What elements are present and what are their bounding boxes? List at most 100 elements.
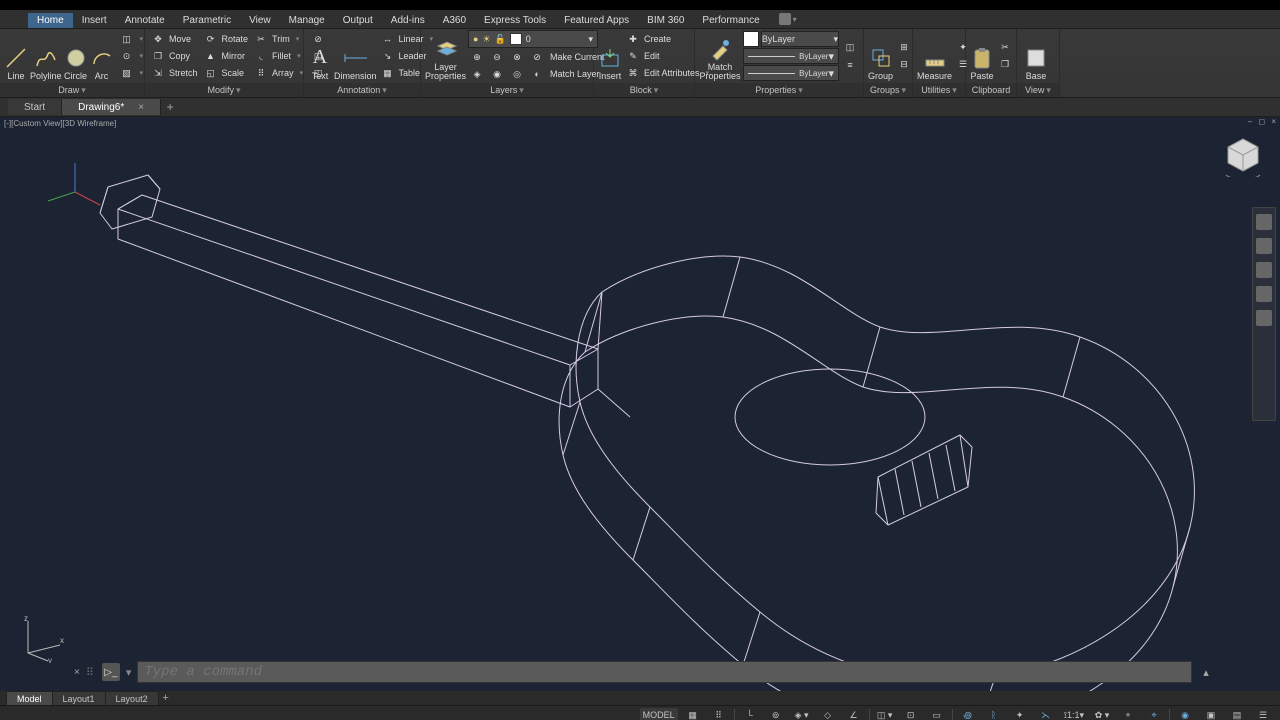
status-iso-view-icon[interactable]: ▣ xyxy=(1200,708,1222,720)
command-prompt-icon[interactable]: ▷_ xyxy=(102,663,120,681)
navigation-bar[interactable] xyxy=(1252,207,1276,421)
ribbon-tab-addins[interactable]: Add-ins xyxy=(382,13,434,28)
paste-button[interactable]: Paste xyxy=(970,31,994,82)
new-tab-button[interactable]: + xyxy=(161,99,179,115)
status-polar-icon[interactable]: ⊚ xyxy=(765,708,787,720)
ribbon-tab-home[interactable]: Home xyxy=(28,13,73,28)
status-iso-icon[interactable]: ◈ ▾ xyxy=(791,708,813,720)
command-input[interactable] xyxy=(137,661,1192,683)
draw-flyout-2[interactable]: ⊙▾ xyxy=(118,48,146,64)
linetype-selector[interactable]: ByLayer▾ xyxy=(743,65,839,81)
panel-utilities-title[interactable]: Utilities▾ xyxy=(913,83,965,97)
prop-tool-2[interactable]: ≡ xyxy=(841,57,859,73)
ribbon-tab-a360[interactable]: A360 xyxy=(434,13,475,28)
status-clean-icon[interactable]: ▤ xyxy=(1226,708,1248,720)
status-model[interactable]: MODEL xyxy=(640,708,678,720)
layer-tool-2[interactable]: ⊖ xyxy=(488,49,506,65)
status-hw-icon[interactable]: ◉ xyxy=(1174,708,1196,720)
ribbon-tab-manage[interactable]: Manage xyxy=(280,13,334,28)
arc-button[interactable]: Arc xyxy=(90,31,114,82)
move-button[interactable]: ✥Move xyxy=(149,31,200,47)
ribbon-tab-output[interactable]: Output xyxy=(334,13,382,28)
panel-annotation-title[interactable]: Annotation▾ xyxy=(304,83,420,97)
status-cursor-icon[interactable]: ⌖ xyxy=(1143,708,1165,720)
layer-tool-5[interactable]: ◈ xyxy=(468,66,486,82)
status-anno-scale[interactable]: ⟟ 1:1 ▾ xyxy=(1061,708,1087,720)
lineweight-selector[interactable]: ByLayer▾ xyxy=(743,48,839,64)
viewport-window-controls[interactable]: – ◻ × xyxy=(1248,117,1278,126)
stretch-button[interactable]: ⇲Stretch xyxy=(149,65,200,81)
status-gizmo-icon[interactable]: ✦ xyxy=(1009,708,1031,720)
layer-properties-button[interactable]: LayerProperties xyxy=(425,31,466,82)
copy-button[interactable]: ❐Copy xyxy=(149,48,200,64)
command-grip-icon[interactable]: ⠿ xyxy=(86,666,96,679)
panel-draw-title[interactable]: Draw▾ xyxy=(0,83,144,97)
status-ortho-icon[interactable]: └ xyxy=(739,708,761,720)
viewcube[interactable] xyxy=(1222,135,1264,177)
orbit-icon[interactable] xyxy=(1256,286,1272,302)
panel-modify-title[interactable]: Modify▾ xyxy=(145,83,303,97)
status-osnap-icon[interactable]: ◇ xyxy=(817,708,839,720)
panel-properties-title[interactable]: Properties▾ xyxy=(695,83,863,97)
panel-layers-title[interactable]: Layers▾ xyxy=(421,83,593,97)
ribbon-tab-express[interactable]: Express Tools xyxy=(475,13,555,28)
color-selector[interactable]: ByLayer▾ xyxy=(761,31,839,47)
status-lwt-icon[interactable]: ⊡ xyxy=(900,708,922,720)
ribbon-search-icon[interactable] xyxy=(779,13,791,25)
ribbon-tab-annotate[interactable]: Annotate xyxy=(116,13,174,28)
status-qp-icon[interactable]: ꩜ xyxy=(957,708,979,720)
layout-tab-layout1[interactable]: Layout1 xyxy=(52,691,106,705)
match-properties-button[interactable]: MatchProperties xyxy=(699,31,741,82)
steering-wheel-icon[interactable] xyxy=(1256,214,1272,230)
fillet-button[interactable]: ◟Fillet▾ xyxy=(252,48,305,64)
group-tool-2[interactable]: ⊟ xyxy=(895,57,913,73)
ribbon-tab-parametric[interactable]: Parametric xyxy=(174,13,240,28)
insert-button[interactable]: Insert xyxy=(598,31,622,82)
panel-view-title[interactable]: View▾ xyxy=(1017,83,1059,97)
base-button[interactable]: Base xyxy=(1021,31,1051,82)
color-swatch[interactable] xyxy=(743,31,759,47)
prop-tool-1[interactable]: ◫ xyxy=(841,40,859,56)
status-sc-icon[interactable]: ᚱ xyxy=(983,708,1005,720)
viewport-label[interactable]: [-][Custom View][3D Wireframe] xyxy=(4,119,116,128)
text-button[interactable]: A Text xyxy=(308,31,332,82)
command-history-button[interactable]: ▴ xyxy=(1198,666,1214,679)
array-button[interactable]: ⠿Array▾ xyxy=(252,65,305,81)
panel-groups-title[interactable]: Groups▾ xyxy=(864,83,912,97)
layout-tab-layout2[interactable]: Layout2 xyxy=(105,691,159,705)
layer-tool-6[interactable]: ◉ xyxy=(488,66,506,82)
status-custom-icon[interactable]: ☰ xyxy=(1252,708,1274,720)
ribbon-tab-performance[interactable]: Performance xyxy=(693,13,768,28)
group-button[interactable]: Group xyxy=(868,31,893,82)
status-3dosnap-icon[interactable]: ∠ xyxy=(843,708,865,720)
ribbon-tab-insert[interactable]: Insert xyxy=(73,13,116,28)
line-button[interactable]: Line xyxy=(4,31,28,82)
command-close-button[interactable]: × xyxy=(74,667,80,678)
ribbon-tab-featured[interactable]: Featured Apps xyxy=(555,13,638,28)
ribbon-tab-bim360[interactable]: BIM 360 xyxy=(638,13,693,28)
copy-clip-button[interactable]: ❐ xyxy=(996,57,1014,73)
showmotion-icon[interactable] xyxy=(1256,310,1272,326)
status-person-icon[interactable]: ⋋ xyxy=(1035,708,1057,720)
circle-button[interactable]: Circle xyxy=(64,31,88,82)
dimension-button[interactable]: Dimension xyxy=(334,31,377,82)
cut-button[interactable]: ✂ xyxy=(996,40,1014,56)
pan-icon[interactable] xyxy=(1256,238,1272,254)
file-tab-start[interactable]: Start xyxy=(8,99,62,115)
status-plus-icon[interactable]: + xyxy=(1117,708,1139,720)
close-icon[interactable]: × xyxy=(138,102,144,113)
layer-tool-8[interactable]: ◐ xyxy=(528,66,546,82)
panel-block-title[interactable]: Block▾ xyxy=(594,83,694,97)
status-dyn-icon[interactable]: ▭ xyxy=(926,708,948,720)
status-gear-icon[interactable]: ✿ ▾ xyxy=(1091,708,1113,720)
viewport[interactable]: [-][Custom View][3D Wireframe] – ◻ × xyxy=(0,117,1280,691)
draw-flyout-3[interactable]: ▨▾ xyxy=(118,65,146,81)
layer-tool-7[interactable]: ◎ xyxy=(508,66,526,82)
zoom-icon[interactable] xyxy=(1256,262,1272,278)
polyline-button[interactable]: Polyline xyxy=(30,31,62,82)
layer-tool-4[interactable]: ⊘ xyxy=(528,49,546,65)
status-grid-icon[interactable]: ▦ xyxy=(682,708,704,720)
group-tool-1[interactable]: ⊞ xyxy=(895,40,913,56)
layer-tool-1[interactable]: ⊕ xyxy=(468,49,486,65)
add-layout-button[interactable]: + xyxy=(158,692,174,704)
